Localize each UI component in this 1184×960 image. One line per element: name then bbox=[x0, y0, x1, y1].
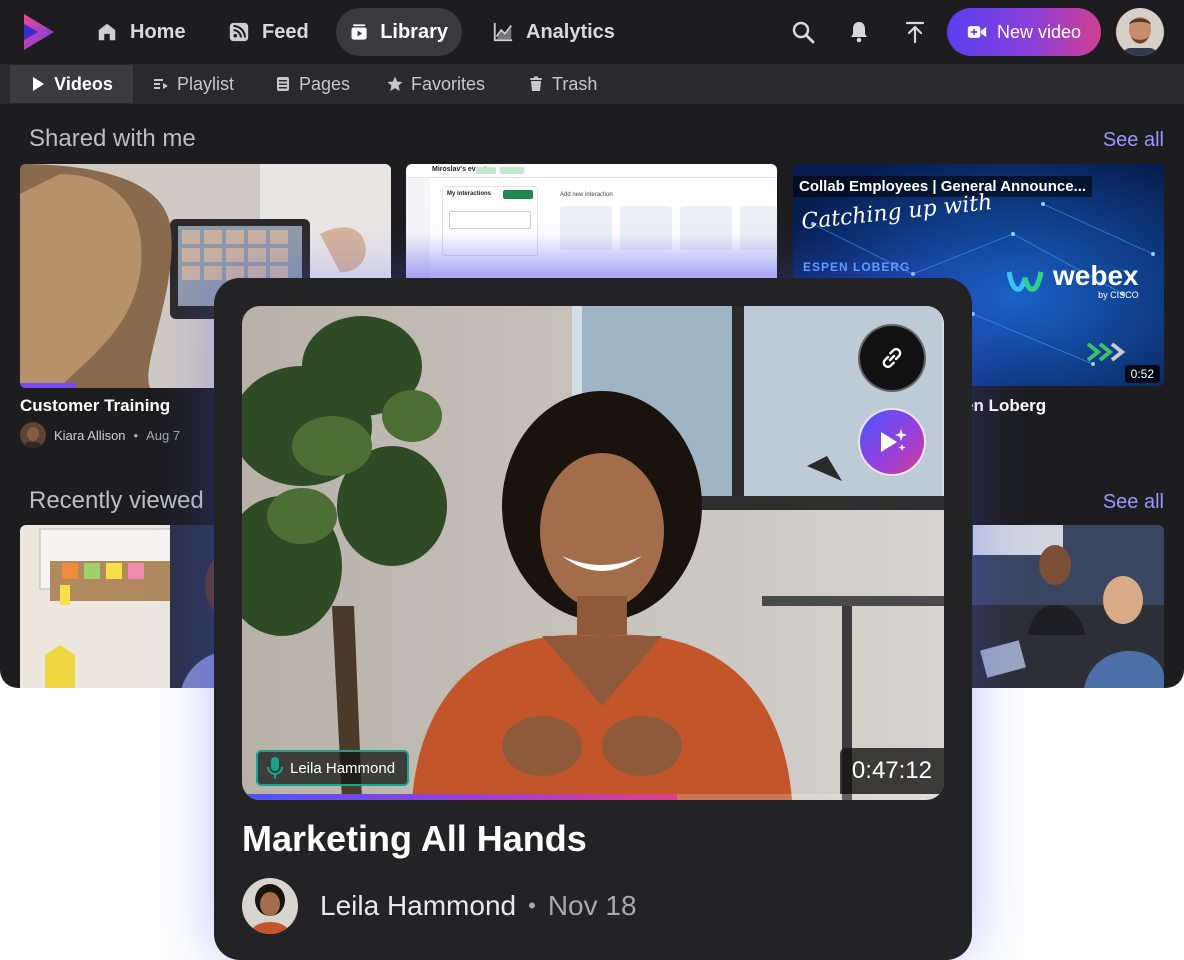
new-video-button[interactable]: New video bbox=[947, 8, 1101, 56]
nav-analytics[interactable]: Analytics bbox=[478, 8, 629, 56]
nav-feed[interactable]: Feed bbox=[214, 8, 323, 56]
author-name[interactable]: Kiara Allison bbox=[54, 428, 126, 443]
featured-video-duration: 0:47:12 bbox=[839, 748, 944, 794]
subnav-trash-label: Trash bbox=[552, 73, 598, 94]
user-avatar-image bbox=[1116, 8, 1164, 56]
video-add-icon bbox=[967, 26, 987, 38]
thumbnail-overlay-title: Collab Employees | General Announce... bbox=[793, 176, 1093, 197]
nav-home[interactable]: Home bbox=[82, 8, 200, 56]
microphone-icon bbox=[267, 757, 283, 779]
subnav-pages-label: Pages bbox=[299, 73, 351, 94]
screenshot-header: Miroslav's event bbox=[406, 164, 777, 178]
meta-separator: • bbox=[528, 893, 536, 918]
play-icon bbox=[33, 77, 45, 91]
card-meta: Kiara Allison • Aug 7 bbox=[20, 422, 180, 448]
link-icon bbox=[882, 347, 902, 369]
subnav-videos[interactable]: Videos bbox=[10, 65, 133, 103]
subnav-playlist[interactable]: Playlist bbox=[141, 65, 246, 103]
home-icon bbox=[98, 23, 116, 41]
featured-publish-date: Nov 18 bbox=[547, 890, 637, 921]
featured-video-title[interactable]: Marketing All Hands bbox=[242, 818, 587, 860]
featured-video-player[interactable]: Leila Hammond 0:47:12 bbox=[242, 306, 944, 800]
rss-icon bbox=[229, 22, 249, 42]
search-icon bbox=[792, 21, 815, 44]
nav-feed-label: Feed bbox=[262, 20, 309, 43]
screenshot-add-button bbox=[503, 190, 533, 199]
upload-button[interactable] bbox=[899, 16, 931, 48]
subnav-trash[interactable]: Trash bbox=[516, 65, 609, 103]
author-avatar bbox=[242, 878, 298, 934]
analytics-icon bbox=[493, 22, 513, 42]
bell-icon bbox=[851, 22, 867, 43]
meta-separator: • bbox=[133, 427, 139, 443]
publish-date: Aug 7 bbox=[146, 427, 181, 443]
top-navigation-bar: Home Feed Library Analytics New video bbox=[0, 0, 1184, 64]
screenshot-panel-title: My interactions bbox=[447, 191, 492, 197]
library-icon bbox=[351, 24, 367, 40]
play-sparkle-icon bbox=[881, 429, 907, 452]
trash-icon bbox=[530, 76, 542, 91]
webex-brand-subtext: by CISCO bbox=[1098, 290, 1139, 300]
thumbnail-glow bbox=[406, 234, 777, 284]
user-avatar[interactable] bbox=[1116, 8, 1164, 56]
star-icon bbox=[387, 76, 403, 91]
subnav-favorites-label: Favorites bbox=[411, 73, 486, 94]
video-progress-bar[interactable] bbox=[242, 794, 944, 800]
featured-video-meta: Leila Hammond • Nov 18 bbox=[242, 878, 637, 934]
new-video-label: New video bbox=[996, 21, 1082, 42]
video-duration: 0:52 bbox=[1124, 365, 1160, 383]
webex-brand-text: webex bbox=[1053, 260, 1139, 291]
card-title[interactable]: Customer Training bbox=[20, 396, 170, 416]
nav-home-label: Home bbox=[130, 20, 186, 43]
screenshot-field bbox=[449, 211, 531, 229]
upload-icon bbox=[905, 21, 925, 44]
search-button[interactable] bbox=[787, 16, 819, 48]
playlist-icon bbox=[154, 79, 168, 89]
featured-video-card[interactable]: Leila Hammond 0:47:12 Marketing All Hand… bbox=[214, 278, 972, 960]
active-speaker-name: Leila Hammond bbox=[290, 759, 396, 777]
thumbnail-presenter-name: ESPEN LOBERG bbox=[803, 260, 911, 274]
notifications-button[interactable] bbox=[843, 16, 875, 48]
video-progress-fill bbox=[242, 794, 678, 800]
screenshot-badge bbox=[500, 167, 524, 174]
subnav-videos-label: Videos bbox=[54, 73, 113, 94]
subnav-playlist-label: Playlist bbox=[177, 73, 235, 94]
ai-highlights-button[interactable] bbox=[858, 408, 926, 476]
webex-logo: webex by CISCO bbox=[1007, 262, 1139, 300]
author-avatar bbox=[20, 422, 46, 448]
nav-library-label: Library bbox=[380, 20, 448, 43]
video-thumbnail-interactions[interactable]: Miroslav's event My interactions Add new… bbox=[406, 164, 777, 284]
recent-see-all-link[interactable]: See all bbox=[1103, 491, 1164, 514]
screenshot-grid-title: Add new interaction bbox=[560, 192, 613, 198]
shared-see-all-link[interactable]: See all bbox=[1103, 129, 1164, 152]
nav-analytics-label: Analytics bbox=[526, 20, 615, 43]
webex-logo-icon bbox=[1007, 271, 1044, 292]
recent-section-title: Recently viewed bbox=[29, 487, 204, 514]
library-subnavigation: Videos Playlist Pages Favorites Trash bbox=[0, 64, 1184, 104]
card-title[interactable]: en Loberg bbox=[964, 396, 1046, 416]
screenshot-badge bbox=[476, 167, 496, 174]
shared-section-title: Shared with me bbox=[29, 125, 196, 152]
brand-logo-icon[interactable] bbox=[20, 12, 58, 52]
copy-link-button[interactable] bbox=[858, 324, 926, 392]
pages-icon bbox=[277, 77, 289, 91]
featured-video-frame bbox=[242, 306, 944, 800]
subnav-favorites[interactable]: Favorites bbox=[375, 65, 497, 103]
featured-author-name[interactable]: Leila Hammond bbox=[320, 890, 516, 922]
nav-library[interactable]: Library bbox=[336, 8, 462, 56]
active-speaker-tag: Leila Hammond bbox=[256, 750, 410, 786]
subnav-pages[interactable]: Pages bbox=[263, 65, 362, 103]
